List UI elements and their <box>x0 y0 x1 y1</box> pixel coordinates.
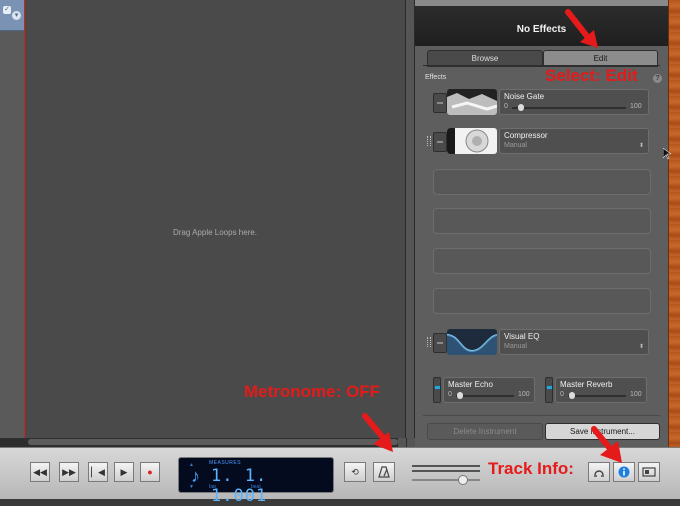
noise-gate-control: Noise Gate 0 100 <box>499 89 649 115</box>
noise-gate-thumbnail[interactable] <box>447 89 497 115</box>
effect-compressor: Compressor Manual ⬍ <box>427 128 649 154</box>
effect-name: Noise Gate <box>504 92 545 101</box>
horizontal-scrollbar[interactable] <box>0 438 415 447</box>
panel-divider[interactable] <box>405 0 415 440</box>
send-power-button[interactable] <box>545 377 553 403</box>
drag-handle[interactable] <box>427 337 431 347</box>
send-master-echo: Master Echo 0 100 <box>433 377 535 403</box>
delete-instrument-button[interactable]: Delete Instrument <box>427 423 543 440</box>
annotation-metronome: Metronome: OFF <box>244 382 380 401</box>
loop-browser-icon <box>594 470 604 477</box>
mouse-cursor-icon <box>663 148 671 160</box>
empty-effect-slot[interactable] <box>433 248 651 274</box>
panel-header: No Effects <box>415 0 668 46</box>
volume-meter <box>412 463 480 477</box>
noise-gate-icon <box>447 89 497 115</box>
master-echo-control: Master Echo 0 100 <box>443 377 535 403</box>
track-strip <box>0 0 24 440</box>
select-arrows-icon: ⬍ <box>638 143 644 149</box>
effect-power-button[interactable] <box>433 333 447 353</box>
drag-handle[interactable] <box>427 136 431 146</box>
panel-title: No Effects <box>516 24 567 35</box>
master-volume-knob[interactable] <box>458 475 468 485</box>
master-volume-slider[interactable] <box>412 479 480 481</box>
select-arrows-icon: ⬍ <box>638 344 644 350</box>
effect-name: Visual EQ <box>504 332 540 341</box>
music-note-icon: ♪ <box>191 466 200 486</box>
annotation-arrow-track-info-icon <box>591 426 622 463</box>
media-browser-icon <box>642 467 656 477</box>
compressor-thumbnail[interactable] <box>447 128 497 154</box>
slider-max: 100 <box>518 391 530 398</box>
lcd-position-value: 1. 1. 1.001 <box>211 466 268 506</box>
slider-min: 0 <box>560 391 564 398</box>
scroll-right-button[interactable] <box>407 438 415 447</box>
lcd-bar-label: bar <box>209 484 217 490</box>
play-button[interactable]: ▶ <box>114 462 134 482</box>
send-name: Master Echo <box>448 380 493 389</box>
preset-select[interactable]: Manual <box>504 142 527 149</box>
effect-visual-eq: Visual EQ Manual ⬍ <box>427 329 649 355</box>
metronome-icon <box>378 466 390 478</box>
info-icon <box>618 466 630 478</box>
lcd-beat-label: beat <box>251 484 261 490</box>
slider-max: 100 <box>630 103 642 110</box>
empty-effect-slot[interactable] <box>433 169 651 195</box>
wood-window-frame <box>668 0 680 447</box>
track-header[interactable]: ✓ ▾ <box>0 0 24 31</box>
effects-label: Effects <box>425 74 447 81</box>
annotation-arrow-metronome-icon <box>362 413 393 452</box>
visual-eq-thumbnail[interactable] <box>447 329 497 355</box>
chevron-down-icon[interactable]: ▾ <box>12 11 21 20</box>
rewind-button[interactable]: ◀◀ <box>30 462 50 482</box>
effect-power-button[interactable] <box>433 132 447 152</box>
effect-power-button[interactable] <box>433 93 447 113</box>
empty-effect-slot[interactable] <box>433 288 651 314</box>
media-browser-button[interactable] <box>638 462 660 482</box>
scrollbar-thumb[interactable] <box>28 439 398 445</box>
effect-name: Compressor <box>504 131 548 140</box>
effect-noise-gate: Noise Gate 0 100 <box>433 89 649 115</box>
panel-separator <box>423 415 660 416</box>
cycle-button[interactable]: ⟲ <box>344 462 366 482</box>
send-master-reverb: Master Reverb 0 100 <box>545 377 647 403</box>
send-power-button[interactable] <box>433 377 441 403</box>
annotation-track-info: Track Info: <box>488 459 574 478</box>
record-button[interactable]: ● <box>140 462 160 482</box>
noise-gate-slider-knob[interactable] <box>518 104 525 111</box>
master-reverb-control: Master Reverb 0 100 <box>555 377 647 403</box>
master-echo-slider[interactable] <box>456 395 514 397</box>
send-name: Master Reverb <box>560 380 613 389</box>
lcd-display[interactable]: ▲ ▼ MEASURES ♪ 1. 1. 1.001 bar beat <box>178 457 334 506</box>
empty-effect-slot[interactable] <box>433 208 651 234</box>
visual-eq-control[interactable]: Visual EQ Manual ⬍ <box>499 329 649 355</box>
checkmark-icon[interactable]: ✓ <box>3 6 11 14</box>
slider-max: 100 <box>630 391 642 398</box>
transport-bar: ◀◀ ▶▶ ▏◀ ▶ ● ▲ ▼ MEASURES ♪ 1. 1. 1.001 … <box>0 447 680 506</box>
help-icon[interactable]: ? <box>653 74 662 83</box>
slider-min: 0 <box>448 391 452 398</box>
annotation-arrow-edit-icon <box>565 9 598 48</box>
compressor-icon <box>447 128 497 154</box>
loop-drop-area[interactable]: Drag Apple Loops here. <box>25 0 405 440</box>
master-reverb-slider[interactable] <box>568 395 626 397</box>
go-to-beginning-button[interactable]: ▏◀ <box>88 462 108 482</box>
master-echo-slider-knob[interactable] <box>457 392 464 399</box>
panel-top-strip <box>415 0 668 6</box>
noise-gate-slider[interactable] <box>512 107 626 109</box>
master-reverb-slider-knob[interactable] <box>569 392 576 399</box>
compressor-control[interactable]: Compressor Manual ⬍ <box>499 128 649 154</box>
fast-forward-button[interactable]: ▶▶ <box>59 462 79 482</box>
slider-min: 0 <box>504 103 508 110</box>
preset-select[interactable]: Manual <box>504 343 527 350</box>
metronome-button[interactable] <box>373 462 395 482</box>
loop-drop-hint: Drag Apple Loops here. <box>172 228 258 237</box>
annotation-select-edit: Select: Edit <box>545 66 638 85</box>
visual-eq-icon <box>447 329 497 355</box>
